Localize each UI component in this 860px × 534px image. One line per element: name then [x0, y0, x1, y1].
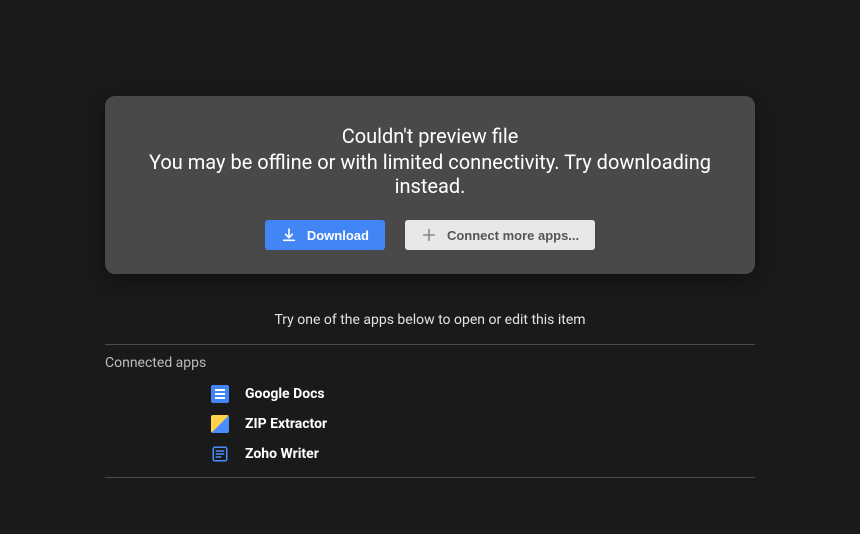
app-name-label: Zoho Writer [245, 446, 319, 462]
button-row: Download Connect more apps... [129, 220, 731, 250]
suggestions-text: Try one of the apps below to open or edi… [105, 312, 755, 345]
google-docs-icon [211, 385, 229, 403]
preview-error-container: Couldn't preview file You may be offline… [0, 0, 860, 478]
zip-extractor-icon [211, 415, 229, 433]
download-button-label: Download [307, 228, 369, 243]
download-button[interactable]: Download [265, 220, 385, 250]
app-item-zip-extractor[interactable]: ZIP Extractor [105, 409, 755, 439]
zoho-writer-icon [211, 445, 229, 463]
error-title: Couldn't preview file [129, 124, 731, 148]
connect-apps-button[interactable]: Connect more apps... [405, 220, 595, 250]
suggestions-section: Try one of the apps below to open or edi… [105, 312, 755, 478]
error-card: Couldn't preview file You may be offline… [105, 96, 755, 274]
app-name-label: Google Docs [245, 386, 325, 402]
app-name-label: ZIP Extractor [245, 416, 327, 432]
apps-list: Google Docs ZIP Extractor Zoho Writer [105, 379, 755, 478]
app-item-google-docs[interactable]: Google Docs [105, 379, 755, 409]
connected-apps-label: Connected apps [105, 345, 755, 379]
error-subtitle: You may be offline or with limited conne… [129, 150, 731, 198]
plus-icon [421, 227, 437, 243]
download-icon [281, 227, 297, 243]
app-item-zoho-writer[interactable]: Zoho Writer [105, 439, 755, 469]
connect-apps-button-label: Connect more apps... [447, 228, 579, 243]
